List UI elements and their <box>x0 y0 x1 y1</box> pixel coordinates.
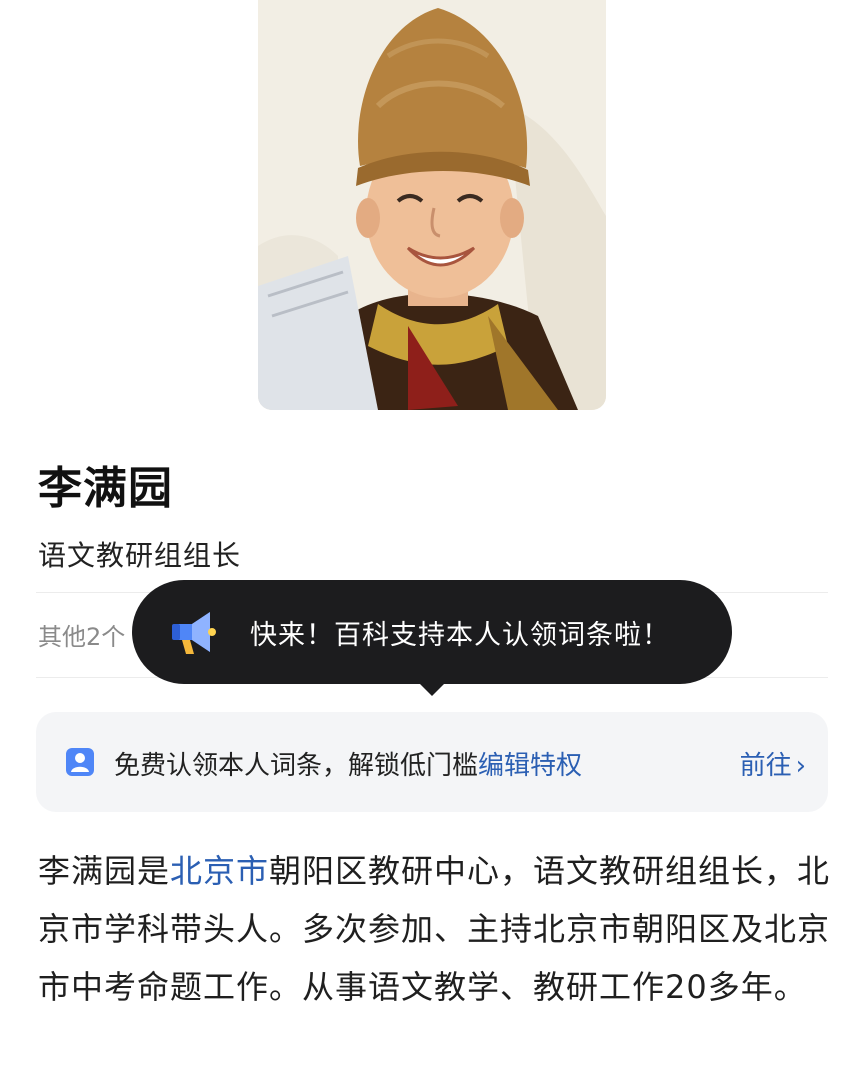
go-button[interactable]: 前往 › <box>740 745 806 782</box>
profile-subtitle: 语文教研组组长 <box>38 539 242 572</box>
tooltip-text: 快来！百科支持本人认领词条啦！ <box>250 620 670 651</box>
tooltip-arrow <box>419 683 445 696</box>
claim-main-text: 免费认领本人词条，解锁低门槛 <box>114 751 479 781</box>
intro-text-1: 李满园是 <box>38 852 171 890</box>
portrait-photo[interactable] <box>258 0 606 410</box>
chevron-right-icon: › <box>795 751 806 781</box>
other-entries-text: 其他2个 <box>38 623 126 651</box>
intro-paragraph: 李满园是北京市朝阳区教研中心，语文教研组组长，北京市学科带头人。多次参加、主持北… <box>38 842 838 1016</box>
claim-tooltip[interactable]: 快来！百科支持本人认领词条啦！ <box>132 580 732 696</box>
page-title: 李满园 <box>38 463 173 514</box>
edit-privilege-link[interactable]: 编辑特权 <box>478 751 582 781</box>
person-card-icon <box>64 746 96 778</box>
beijing-link[interactable]: 北京市 <box>170 852 269 890</box>
claim-entry-banner[interactable]: 免费认领本人词条，解锁低门槛编辑特权 前往 › <box>36 712 828 812</box>
megaphone-icon <box>162 600 226 664</box>
go-button-label: 前往 <box>739 751 792 781</box>
claim-text: 免费认领本人词条，解锁低门槛编辑特权 <box>114 745 582 782</box>
